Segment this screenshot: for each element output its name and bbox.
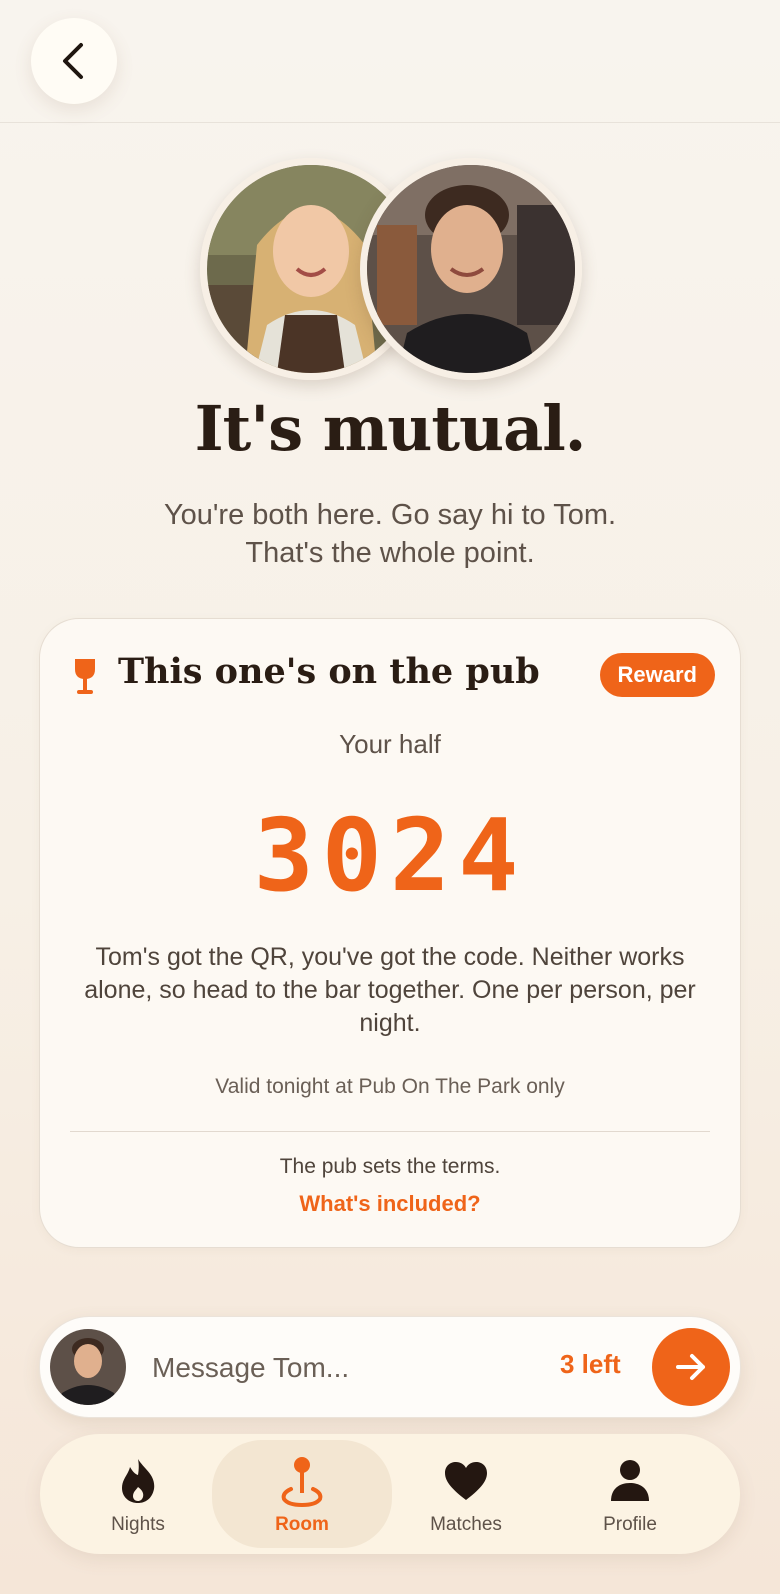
reward-badge: Reward — [599, 653, 715, 697]
subtitle-line-2: That's the whole point. — [245, 537, 535, 569]
chevron-left-icon — [63, 43, 83, 79]
arrow-right-icon — [676, 1354, 705, 1380]
location-pin-icon — [281, 1457, 323, 1507]
message-recipient-avatar — [50, 1329, 126, 1405]
top-bar — [0, 0, 780, 123]
wine-glass-icon — [75, 659, 95, 694]
send-button[interactable] — [652, 1328, 730, 1406]
tab-matches[interactable]: Matches — [376, 1434, 556, 1554]
bottom-tab-bar: Nights Room Matches Profile — [40, 1434, 740, 1554]
heart-icon — [445, 1462, 487, 1500]
tab-label: Matches — [430, 1514, 502, 1535]
tab-nights[interactable]: Nights — [48, 1434, 228, 1554]
back-button[interactable] — [31, 18, 117, 104]
reward-card-header: This one's on the pub Reward — [70, 649, 715, 699]
reward-explanation: Tom's got the QR, you've got the code. N… — [84, 943, 696, 1037]
message-bar: 3 left — [39, 1316, 741, 1418]
messages-left-count: 3 left — [560, 1349, 621, 1379]
tab-room[interactable]: Room — [212, 1440, 392, 1548]
reward-card: This one's on the pub Reward Your half 3… — [39, 618, 741, 1248]
your-half-label: Your half — [339, 729, 441, 759]
tab-label: Nights — [111, 1514, 165, 1535]
divider — [70, 1131, 710, 1132]
validity-text: Valid tonight at Pub On The Park only — [215, 1075, 565, 1098]
tab-label: Profile — [603, 1514, 657, 1535]
tab-profile[interactable]: Profile — [540, 1434, 720, 1554]
subtitle: You're both here. Go say hi to Tom. That… — [90, 496, 690, 572]
whats-included-link[interactable]: What's included? — [40, 1191, 740, 1217]
page-title: It's mutual. — [194, 392, 587, 465]
terms-text: The pub sets the terms. — [279, 1155, 501, 1178]
person-icon — [611, 1460, 649, 1501]
reward-code: 3024 — [253, 797, 527, 914]
subtitle-line-1: You're both here. Go say hi to Tom. — [163, 499, 617, 531]
tab-label: Room — [275, 1514, 329, 1535]
avatar-match — [360, 158, 582, 380]
message-input[interactable] — [150, 1345, 534, 1391]
match-avatars — [200, 158, 582, 380]
reward-card-title: This one's on the pub — [118, 651, 540, 692]
flame-icon — [122, 1459, 155, 1503]
